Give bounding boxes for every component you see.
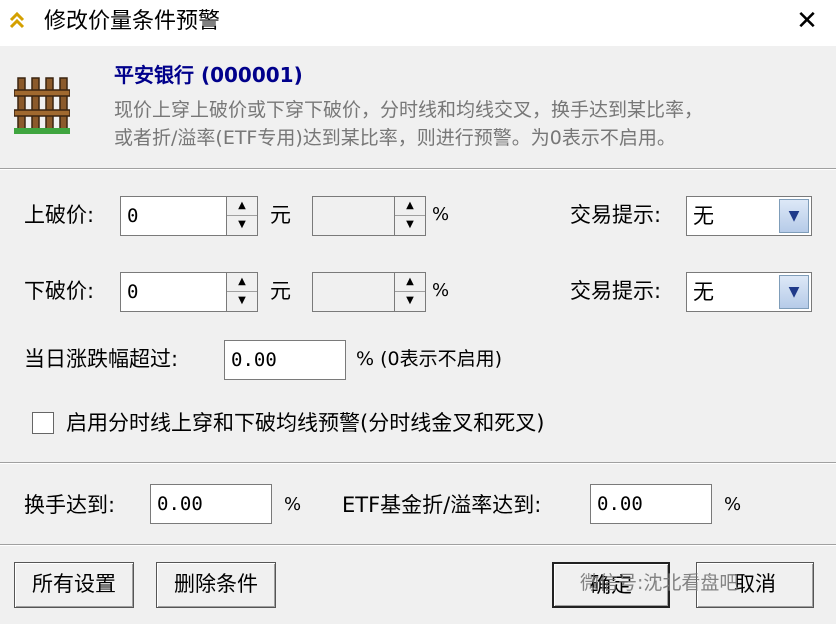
upper-trade-hint-value: 无	[693, 204, 714, 228]
header-info: 平安银行 (000001) 现价上穿上破价或下穿下破价，分时线和均线交叉，换手达…	[0, 46, 836, 166]
lower-pct-spinner[interactable]: ▲ ▼	[394, 272, 426, 312]
separator-top	[0, 168, 836, 170]
separator-bottom	[0, 544, 836, 546]
description-line-1: 现价上穿上破价或下穿下破价，分时线和均线交叉，换手达到某比率，	[114, 99, 704, 121]
turnover-input[interactable]: 0.00	[150, 484, 272, 524]
upper-price-unit: 元	[270, 203, 291, 227]
delete-condition-button[interactable]: 删除条件	[156, 562, 276, 608]
spin-down-icon[interactable]: ▼	[227, 292, 257, 311]
chevron-down-icon[interactable]: ▼	[779, 199, 809, 233]
upper-pct-input[interactable]	[312, 196, 396, 236]
description: 现价上穿上破价或下穿下破价，分时线和均线交叉，换手达到某比率， 或者折/溢率(E…	[114, 96, 824, 152]
lower-trade-hint-value: 无	[693, 280, 714, 304]
fence-icon	[14, 77, 70, 134]
upper-break-label: 上破价:	[24, 203, 95, 227]
spin-up-icon[interactable]: ▲	[227, 273, 257, 292]
lower-price-input[interactable]: 0	[120, 272, 228, 312]
upper-price-spinner[interactable]: ▲ ▼	[226, 196, 258, 236]
upper-pct-spinner[interactable]: ▲ ▼	[394, 196, 426, 236]
spin-down-icon[interactable]: ▼	[227, 216, 257, 235]
title-bar: 修改价量条件预警 ✕	[0, 0, 836, 46]
lower-trade-hint-select[interactable]: 无 ▼	[686, 272, 812, 312]
close-icon: ✕	[796, 6, 818, 36]
spin-up-icon[interactable]: ▲	[395, 197, 425, 216]
ma-cross-label: 启用分时线上穿和下破均线预警(分时线金叉和死叉)	[66, 411, 545, 435]
upper-trade-hint-label: 交易提示:	[570, 203, 662, 227]
upper-price-input[interactable]: 0	[120, 196, 228, 236]
etf-unit: %	[724, 494, 742, 515]
turnover-label: 换手达到:	[24, 493, 116, 517]
etf-input[interactable]: 0.00	[590, 484, 712, 524]
lower-trade-hint-label: 交易提示:	[570, 279, 662, 303]
lower-price-spinner[interactable]: ▲ ▼	[226, 272, 258, 312]
double-chevron-up-icon	[9, 11, 25, 29]
all-settings-button[interactable]: 所有设置	[14, 562, 134, 608]
spin-up-icon[interactable]: ▲	[227, 197, 257, 216]
description-line-2: 或者折/溢率(ETF专用)达到某比率，则进行预警。为0表示不启用。	[114, 127, 676, 149]
lower-pct-input[interactable]	[312, 272, 396, 312]
turnover-unit: %	[284, 494, 302, 515]
upper-trade-hint-select[interactable]: 无 ▼	[686, 196, 812, 236]
daily-change-label: 当日涨跌幅超过:	[24, 347, 179, 371]
lower-break-label: 下破价:	[24, 279, 95, 303]
close-button[interactable]: ✕	[792, 6, 822, 36]
upper-pct-unit: %	[432, 204, 450, 225]
lower-price-unit: 元	[270, 279, 291, 303]
watermark-text: 微信号:沈北看盘吧	[580, 572, 739, 594]
spin-down-icon[interactable]: ▼	[395, 292, 425, 311]
daily-change-suffix: % (0表示不启用)	[356, 348, 503, 370]
lower-pct-unit: %	[432, 280, 450, 301]
chevron-down-icon[interactable]: ▼	[779, 275, 809, 309]
daily-change-input[interactable]: 0.00	[224, 340, 346, 380]
spin-down-icon[interactable]: ▼	[395, 216, 425, 235]
spin-up-icon[interactable]: ▲	[395, 273, 425, 292]
window-title: 修改价量条件预警	[44, 9, 221, 34]
separator-middle	[0, 462, 836, 464]
ma-cross-checkbox[interactable]	[32, 412, 54, 434]
stock-name: 平安银行 (000001)	[114, 63, 303, 87]
etf-label: ETF基金折/溢率达到:	[342, 493, 542, 517]
